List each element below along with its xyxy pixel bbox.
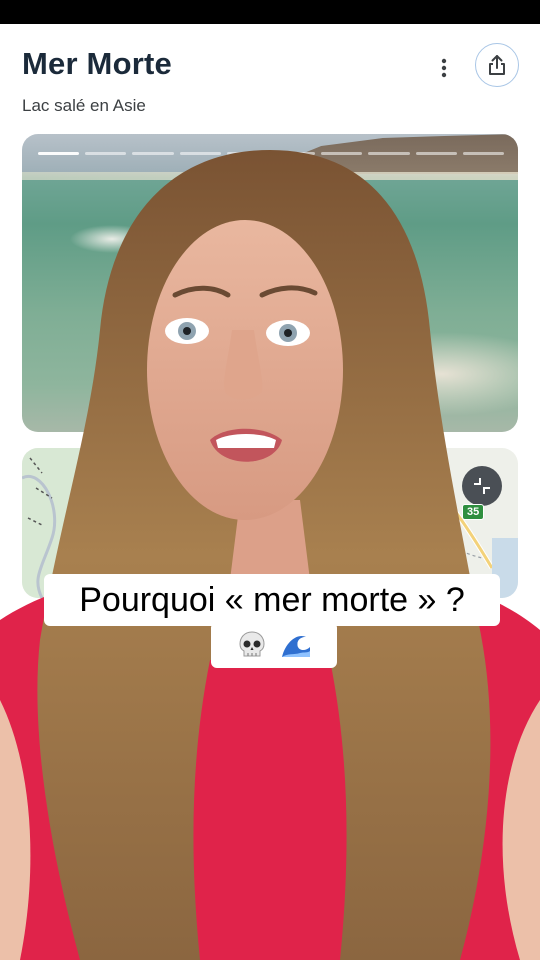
status-bar (0, 0, 540, 24)
share-button[interactable] (475, 43, 519, 87)
progress-segment (274, 152, 316, 155)
progress-segment (85, 152, 127, 155)
progress-segment (226, 152, 269, 155)
place-photo[interactable] (22, 134, 518, 432)
more-options-button[interactable] (430, 54, 458, 82)
progress-segment (368, 152, 410, 155)
photo-progress-bar (38, 152, 505, 156)
map-expand-button[interactable] (462, 466, 502, 506)
progress-segment (38, 152, 80, 155)
progress-segment (415, 152, 457, 155)
collapse-arrows-icon (474, 478, 490, 494)
caption-question: Pourquoi « mer morte » ? (44, 574, 500, 626)
wave-emoji-icon (279, 628, 313, 662)
place-subtitle: Lac salé en Asie (22, 96, 146, 115)
photo-shore (22, 172, 518, 180)
more-vertical-icon (441, 58, 447, 78)
skull-emoji-icon (235, 628, 269, 662)
progress-segment (179, 152, 221, 155)
road-number-badge: 35 (462, 504, 485, 520)
progress-segment (462, 152, 505, 155)
progress-segment (321, 152, 363, 155)
share-icon (489, 55, 505, 75)
caption-emoji-row (211, 622, 337, 668)
place-card: Mer Morte Lac salé en Asie 35 (0, 24, 540, 960)
place-title: Mer Morte (22, 46, 172, 81)
progress-segment (132, 152, 174, 155)
